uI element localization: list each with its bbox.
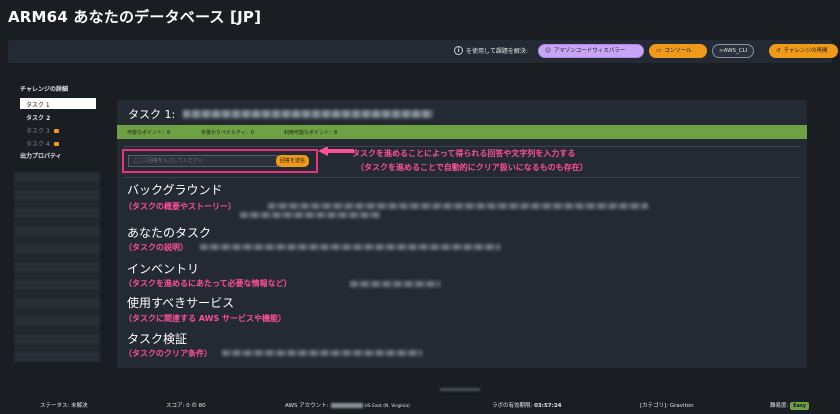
- callout-line-1: タスクを進めることによって得られる回答や文字列を入力する: [352, 149, 576, 158]
- redacted-account-id: [330, 403, 363, 408]
- section-verification-annotation: （タスクのクリア条件）: [124, 349, 212, 358]
- section-verification-heading: タスク検証: [127, 332, 188, 346]
- points-bar: 可能なポイント：8 手掛かりペナルティ：0 利用可能なポイント：8: [117, 125, 807, 139]
- redacted-text: [268, 203, 648, 209]
- region-text: US East (N. Virginia): [364, 404, 410, 409]
- callout-arrow: [318, 146, 354, 156]
- toolbar: i を使用して課題を解決: ☺ アマゾンコードウィスパラー ▭ コンソール >A…: [8, 40, 838, 63]
- section-services-annotation: （タスクに関連する AWS サービスや機能）: [124, 314, 286, 323]
- task-panel: タスク 1: 可能なポイント：8 手掛かりペナルティ：0 利用可能なポイント：8: [117, 100, 807, 368]
- section-your-task-annotation: （タスクの説明）: [124, 243, 188, 252]
- difficulty-label: 難易度:: [770, 403, 789, 409]
- section-inventory-annotation: （タスクを進めるにあたって必要な情報など）: [124, 279, 292, 288]
- section-your-task-heading: あなたのタスク: [127, 226, 212, 240]
- difficulty-badge: Easy: [790, 402, 810, 410]
- section-background-annotation: （タスクの概要やストーリー）: [124, 202, 236, 211]
- lab-expiry-label: ラボの有効期限:: [492, 403, 533, 409]
- lock-icon: [53, 129, 59, 133]
- page-title: ARM64 あなたのデータベース [JP]: [8, 8, 262, 26]
- restart-challenge-button[interactable]: ↺ チャレンジの再開: [769, 44, 838, 58]
- info-icon: i: [454, 46, 463, 55]
- section-services-heading: 使用すべきサービス: [127, 296, 235, 310]
- lab-expiry-value: 03:57:24: [534, 403, 562, 409]
- redacted-task-name: [183, 110, 434, 118]
- available-points: 可能なポイント：8: [127, 129, 171, 136]
- redacted-text: [350, 281, 440, 287]
- sidebar-item-label: タスク 1: [26, 102, 50, 109]
- score-text: スコア: 0 の 80: [166, 403, 206, 409]
- sidebar-item-task-1[interactable]: タスク 1: [20, 98, 96, 109]
- sidebar-item-label: タスク 2: [26, 115, 51, 122]
- task-title-text: タスク 1:: [128, 108, 176, 121]
- aws-account: AWS アカウント: US East (N. Virginia): [285, 401, 410, 409]
- hint-penalty: 手掛かりペナルティ：0: [201, 129, 254, 136]
- divider: [124, 177, 800, 178]
- lock-icon: [53, 142, 59, 146]
- redacted-text: [200, 244, 500, 250]
- restart-challenge-label: チャレンジの再開: [783, 48, 828, 54]
- sidebar-item-label: タスク 3: [26, 128, 50, 135]
- redacted-text: [240, 212, 380, 218]
- toolbar-info: i を使用して課題を解決:: [454, 46, 528, 55]
- sidebar-heading: チャレンジの詳細: [20, 86, 68, 93]
- status-bar: ステータス: 未解決 スコア: 0 の 80 AWS アカウント: US East…: [0, 396, 840, 414]
- sidebar-item-task-2[interactable]: タスク 2: [20, 111, 100, 122]
- callout-line-2: （タスクを進めることで自動的にクリア扱いになるものも存在）: [356, 163, 588, 172]
- redacted-output-properties: [14, 172, 100, 362]
- answer-highlight: 回答を送信: [122, 149, 318, 173]
- faint-text: [440, 388, 480, 391]
- answer-input[interactable]: [128, 155, 278, 167]
- sidebar: チャレンジの詳細 タスク 1 タスク 2 タスク 3 タスク 4 出力プロパティ: [14, 84, 100, 160]
- submit-answer-button[interactable]: 回答を送信: [276, 155, 309, 167]
- aws-account-label: AWS アカウント:: [285, 403, 329, 409]
- console-label: コンソール: [664, 48, 692, 54]
- sidebar-item-task-4: タスク 4: [20, 137, 100, 148]
- robot-icon: ☺: [545, 48, 551, 54]
- task-title: タスク 1:: [128, 106, 434, 122]
- difficulty: 難易度: Easy: [770, 401, 810, 410]
- redacted-text: [222, 350, 422, 356]
- category-text: [カテゴリ]: Graviton: [640, 403, 694, 409]
- output-properties-heading: 出力プロパティ: [20, 153, 62, 160]
- lab-expiry: ラボの有効期限: 03:57:24: [492, 401, 561, 409]
- status-text: ステータス: 未解決: [40, 403, 88, 409]
- code-whisperer-label: アマゾンコードウィスパラー: [553, 48, 626, 54]
- aws-cli-button[interactable]: >AWS_CLI: [712, 44, 754, 58]
- section-background-heading: バックグラウンド: [127, 183, 223, 197]
- toolbar-info-text: を使用して課題を解決:: [466, 48, 528, 55]
- console-button[interactable]: ▭ コンソール: [649, 44, 707, 58]
- divider: [124, 146, 800, 147]
- sidebar-item-label: タスク 4: [26, 141, 50, 148]
- sidebar-item-task-3: タスク 3: [20, 124, 100, 135]
- usable-points: 利用可能なポイント：8: [284, 129, 338, 136]
- section-inventory-heading: インベントリ: [127, 262, 200, 276]
- console-icon: ▭: [656, 48, 662, 54]
- aws-cli-label: >AWS_CLI: [719, 48, 748, 54]
- restart-icon: ↺: [776, 48, 781, 54]
- code-whisperer-button[interactable]: ☺ アマゾンコードウィスパラー: [538, 44, 644, 58]
